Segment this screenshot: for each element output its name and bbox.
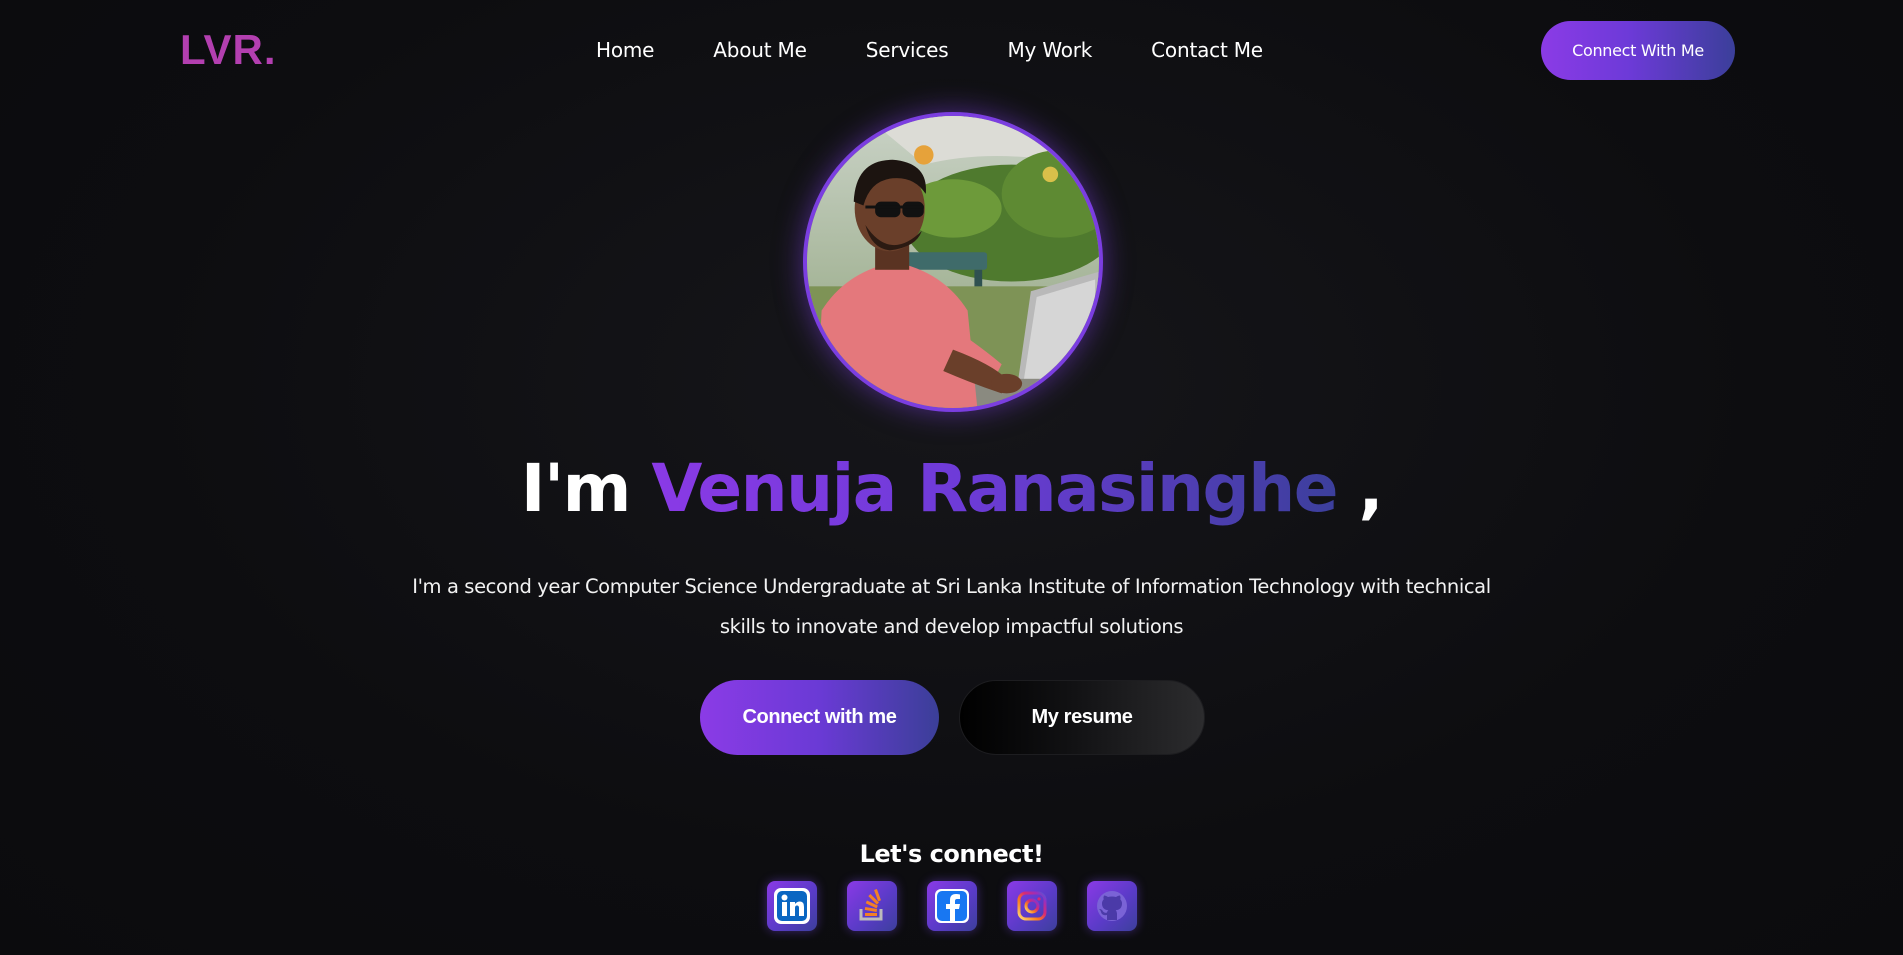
facebook-link[interactable] bbox=[927, 881, 977, 931]
hero-greeting: I'm bbox=[520, 450, 652, 527]
hero-heading: I'm Venuja Ranasinghe , bbox=[0, 450, 1903, 527]
hero-description: I'm a second year Computer Science Under… bbox=[412, 575, 1491, 638]
linkedin-link[interactable] bbox=[767, 881, 817, 931]
hero-name: Venuja Ranasinghe bbox=[651, 450, 1338, 527]
social-links bbox=[767, 881, 1137, 931]
connect-with-me-button[interactable]: Connect with me bbox=[700, 680, 939, 755]
nav-item-about-me[interactable]: About Me bbox=[713, 38, 807, 62]
linkedin-icon bbox=[773, 887, 811, 925]
instagram-link[interactable] bbox=[1007, 881, 1057, 931]
nav-item-services[interactable]: Services bbox=[866, 38, 949, 62]
github-link[interactable] bbox=[1087, 881, 1137, 931]
site-logo[interactable]: LVR. bbox=[180, 26, 277, 74]
nav-item-home[interactable]: Home bbox=[596, 38, 654, 62]
stackoverflow-icon bbox=[853, 887, 891, 925]
main-nav: Home About Me Services My Work Contact M… bbox=[596, 38, 1263, 62]
lets-connect-heading: Let's connect! bbox=[859, 840, 1044, 868]
my-resume-button[interactable]: My resume bbox=[959, 680, 1205, 755]
profile-photo-illustration bbox=[807, 116, 1099, 408]
stackoverflow-link[interactable] bbox=[847, 881, 897, 931]
github-icon bbox=[1093, 887, 1131, 925]
instagram-icon bbox=[1013, 887, 1051, 925]
nav-item-contact-me[interactable]: Contact Me bbox=[1151, 38, 1263, 62]
facebook-icon bbox=[933, 887, 971, 925]
nav-item-my-work[interactable]: My Work bbox=[1007, 38, 1092, 62]
profile-photo bbox=[803, 112, 1103, 412]
connect-with-me-nav-button[interactable]: Connect With Me bbox=[1541, 21, 1735, 80]
hero-comma: , bbox=[1337, 450, 1384, 527]
